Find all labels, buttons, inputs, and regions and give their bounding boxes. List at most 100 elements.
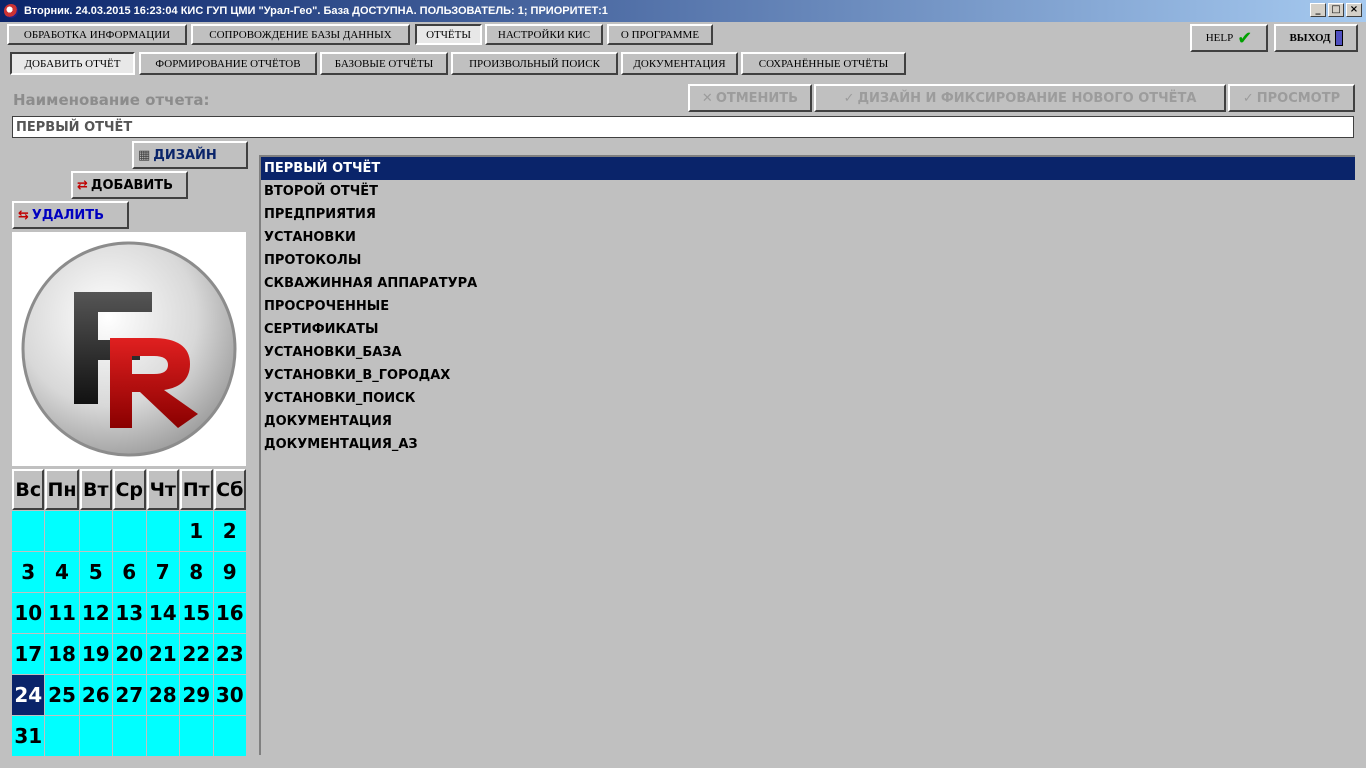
calendar-day[interactable]: 9 xyxy=(213,552,246,592)
report-list-item[interactable]: УСТАНОВКИ_БАЗА xyxy=(261,341,1355,364)
calendar-day[interactable]: 12 xyxy=(79,593,113,633)
calendar-day[interactable]: 3 xyxy=(12,552,45,592)
calendar-day xyxy=(45,716,79,756)
calendar-day xyxy=(79,716,113,756)
tab-reports[interactable]: ОТЧЁТЫ xyxy=(415,24,482,45)
weekday-header: Сб xyxy=(213,469,246,510)
window-controls: _ □ × xyxy=(1310,3,1362,17)
weekday-header: Вс xyxy=(12,469,45,510)
design-button[interactable]: ▦ ДИЗАЙН xyxy=(132,141,248,169)
tab-about[interactable]: О ПРОГРАММЕ xyxy=(607,24,713,45)
tab-kis-settings[interactable]: НАСТРОЙКИ КИС xyxy=(485,24,603,45)
checkmark-icon: ✔ xyxy=(1237,27,1253,49)
calendar-day[interactable]: 22 xyxy=(180,634,213,674)
calendar-day[interactable]: 13 xyxy=(113,593,146,633)
help-button[interactable]: HELP ✔ xyxy=(1190,24,1268,52)
report-list-item[interactable]: ПРОТОКОЛЫ xyxy=(261,249,1355,272)
subtab-base-reports[interactable]: БАЗОВЫЕ ОТЧЁТЫ xyxy=(320,52,448,75)
report-name-label: Наименование отчета: xyxy=(13,91,210,109)
app-icon xyxy=(4,4,18,18)
report-list[interactable]: ПЕРВЫЙ ОТЧЁТ ВТОРОЙ ОТЧЁТ ПРЕДПРИЯТИЯ УС… xyxy=(259,155,1355,755)
exit-button[interactable]: ВЫХОД xyxy=(1274,24,1358,52)
report-list-item[interactable]: УСТАНОВКИ_В_ГОРОДАХ xyxy=(261,364,1355,387)
delete-label: УДАЛИТЬ xyxy=(31,207,105,223)
calendar-day[interactable]: 17 xyxy=(12,634,45,674)
calendar-day[interactable]: 15 xyxy=(180,593,213,633)
help-label: HELP xyxy=(1205,32,1234,44)
subtab-documentation[interactable]: ДОКУМЕНТАЦИЯ xyxy=(621,52,738,75)
report-list-item[interactable]: ВТОРОЙ ОТЧЁТ xyxy=(261,180,1355,203)
checkmark-icon: ✓ xyxy=(843,90,855,106)
report-list-item[interactable]: ДОКУМЕНТАЦИЯ_АЗ xyxy=(261,433,1355,456)
tab-database-maintenance[interactable]: СОПРОВОЖДЕНИЕ БАЗЫ ДАННЫХ xyxy=(191,24,410,45)
design-and-fix-label: ДИЗАЙН И ФИКСИРОВАНИЕ НОВОГО ОТЧЁТА xyxy=(857,90,1197,106)
subtab-report-generation[interactable]: ФОРМИРОВАНИЕ ОТЧЁТОВ xyxy=(139,52,317,75)
calendar-day-selected[interactable]: 24 xyxy=(12,675,45,715)
delete-icon: ⇆ xyxy=(18,207,29,223)
calendar-day[interactable]: 25 xyxy=(45,675,79,715)
minimize-button[interactable]: _ xyxy=(1310,3,1326,17)
calendar-day[interactable]: 23 xyxy=(213,634,246,674)
calendar-day[interactable]: 5 xyxy=(79,552,113,592)
delete-button[interactable]: ⇆ УДАЛИТЬ xyxy=(12,201,129,229)
calendar-day[interactable]: 28 xyxy=(146,675,179,715)
calendar-day[interactable]: 14 xyxy=(146,593,179,633)
report-name-input[interactable]: ПЕРВЫЙ ОТЧЁТ xyxy=(12,116,1354,138)
report-list-item-selected[interactable]: ПЕРВЫЙ ОТЧЁТ xyxy=(261,157,1355,180)
window-title: Вторник. 24.03.2015 16:23:04 КИС ГУП ЦМИ… xyxy=(24,5,608,17)
cancel-button[interactable]: ✕ ОТМЕНИТЬ xyxy=(688,84,812,112)
calendar-day[interactable]: 10 xyxy=(12,593,45,633)
calendar-day[interactable]: 8 xyxy=(180,552,213,592)
calendar-day[interactable]: 29 xyxy=(180,675,213,715)
add-icon: ⇄ xyxy=(77,177,88,193)
report-list-item[interactable]: СЕРТИФИКАТЫ xyxy=(261,318,1355,341)
calendar-day[interactable]: 30 xyxy=(213,675,246,715)
subtab-add-report[interactable]: ДОБАВИТЬ ОТЧЁТ xyxy=(10,52,135,75)
weekday-header: Пн xyxy=(45,469,79,510)
calendar-day[interactable]: 19 xyxy=(79,634,113,674)
calendar: Вс Пн Вт Ср Чт Пт Сб 1 2 3 4 5 6 7 8 9 1… xyxy=(12,469,246,756)
subtab-saved-reports[interactable]: СОХРАНЁННЫЕ ОТЧЁТЫ xyxy=(741,52,906,75)
calendar-day[interactable]: 21 xyxy=(146,634,179,674)
cancel-label: ОТМЕНИТЬ xyxy=(715,90,799,106)
calendar-day xyxy=(180,716,213,756)
calendar-day[interactable]: 20 xyxy=(113,634,146,674)
calendar-day[interactable]: 1 xyxy=(180,511,213,551)
close-button[interactable]: × xyxy=(1346,3,1362,17)
preview-button[interactable]: ✓ ПРОСМОТР xyxy=(1228,84,1355,112)
preview-label: ПРОСМОТР xyxy=(1256,90,1341,106)
calendar-day[interactable]: 4 xyxy=(45,552,79,592)
exit-label: ВЫХОД xyxy=(1289,32,1331,44)
calendar-day[interactable]: 2 xyxy=(213,511,246,551)
calendar-day[interactable]: 31 xyxy=(12,716,45,756)
calendar-day[interactable]: 11 xyxy=(45,593,79,633)
calendar-day xyxy=(113,716,146,756)
report-list-item[interactable]: ПРЕДПРИЯТИЯ xyxy=(261,203,1355,226)
weekday-header: Пт xyxy=(180,469,213,510)
subtab-custom-search[interactable]: ПРОИЗВОЛЬНЫЙ ПОИСК xyxy=(451,52,618,75)
calendar-day[interactable]: 7 xyxy=(146,552,179,592)
add-button[interactable]: ⇄ ДОБАВИТЬ xyxy=(71,171,188,199)
report-list-item[interactable]: ДОКУМЕНТАЦИЯ xyxy=(261,410,1355,433)
calendar-day[interactable]: 18 xyxy=(45,634,79,674)
report-list-item[interactable]: УСТАНОВКИ xyxy=(261,226,1355,249)
calendar-day xyxy=(113,511,146,551)
checkmark-icon: ✓ xyxy=(1242,90,1254,106)
fastreport-logo xyxy=(12,232,246,466)
calendar-day[interactable]: 16 xyxy=(213,593,246,633)
tab-information-processing[interactable]: ОБРАБОТКА ИНФОРМАЦИИ xyxy=(7,24,187,45)
cancel-icon: ✕ xyxy=(701,90,713,106)
calendar-day xyxy=(12,511,45,551)
weekday-header: Чт xyxy=(146,469,179,510)
calendar-day[interactable]: 6 xyxy=(113,552,146,592)
design-icon: ▦ xyxy=(138,147,151,163)
calendar-day xyxy=(146,511,179,551)
calendar-day[interactable]: 27 xyxy=(113,675,146,715)
maximize-button[interactable]: □ xyxy=(1328,3,1344,17)
design-and-fix-button[interactable]: ✓ ДИЗАЙН И ФИКСИРОВАНИЕ НОВОГО ОТЧЁТА xyxy=(814,84,1226,112)
calendar-day xyxy=(146,716,179,756)
report-list-item[interactable]: УСТАНОВКИ_ПОИСК xyxy=(261,387,1355,410)
report-list-item[interactable]: СКВАЖИННАЯ АППАРАТУРА xyxy=(261,272,1355,295)
report-list-item[interactable]: ПРОСРОЧЕННЫЕ xyxy=(261,295,1355,318)
calendar-day[interactable]: 26 xyxy=(79,675,113,715)
